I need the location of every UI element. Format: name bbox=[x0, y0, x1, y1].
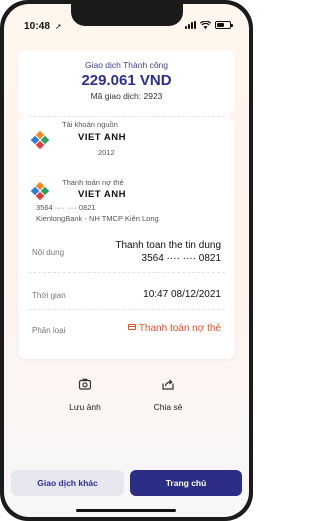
content-value-line2: 3564 ···· ···· 0821 bbox=[141, 253, 221, 264]
bank-logo-icon bbox=[30, 181, 50, 201]
source-account: 2012 bbox=[98, 148, 115, 157]
wifi-icon bbox=[200, 21, 211, 29]
divider bbox=[28, 309, 225, 310]
source-label: Tài khoản nguồn bbox=[62, 120, 118, 129]
location-arrow-icon: ➚ bbox=[54, 22, 62, 31]
bank-logo-icon bbox=[30, 130, 50, 150]
success-header: Giao dịch Thành công 229.061 VND Mã giao… bbox=[18, 60, 235, 101]
time-value: 10:47 08/12/2021 bbox=[143, 289, 221, 300]
status-label: Giao dịch Thành công bbox=[84, 60, 168, 70]
category-label: Phân loại bbox=[32, 326, 66, 335]
battery-icon bbox=[215, 21, 233, 29]
save-image-label: Lưu ảnh bbox=[69, 402, 101, 412]
time-label: Thời gian bbox=[32, 291, 66, 300]
share-icon bbox=[162, 379, 174, 390]
divider bbox=[28, 116, 225, 117]
destination-card: 3564 ···· ···· 0821 bbox=[36, 203, 96, 212]
home-button[interactable]: Trang chủ bbox=[130, 470, 242, 496]
content-label: Nội dung bbox=[32, 248, 65, 257]
status-time: 10:48 ➚ bbox=[24, 21, 62, 32]
card-icon bbox=[127, 324, 136, 330]
camera-icon bbox=[78, 378, 92, 390]
status-bar: 10:48 ➚ bbox=[4, 4, 249, 40]
signal-icon bbox=[185, 21, 196, 29]
category-value: Thanh toán nợ thẻ bbox=[127, 323, 221, 334]
destination-label: Thanh toán nợ thẻ bbox=[62, 178, 124, 187]
status-icons bbox=[185, 21, 233, 29]
time-text: 10:48 bbox=[24, 21, 51, 32]
category-text: Thanh toán nợ thẻ bbox=[138, 323, 221, 334]
share-button[interactable]: Chia sẻ bbox=[133, 377, 203, 412]
home-indicator[interactable] bbox=[76, 509, 176, 512]
phone-frame: 10:48 ➚ Giao dịch Thành công 229.061 VND… bbox=[0, 0, 253, 521]
save-image-button[interactable]: Lưu ảnh bbox=[50, 377, 120, 412]
receipt-card: Giao dịch Thành công 229.061 VND Mã giao… bbox=[12, 50, 241, 359]
content-value-line1: Thanh toan the tin dung bbox=[115, 240, 221, 251]
divider bbox=[28, 272, 225, 273]
destination-bank: KienlongBank - NH TMCP Kiên Long bbox=[36, 214, 159, 223]
source-name: VIET ANH bbox=[78, 132, 126, 143]
camera-notch bbox=[71, 4, 183, 26]
share-label: Chia sẻ bbox=[153, 402, 183, 412]
destination-name: VIET ANH bbox=[78, 189, 126, 200]
other-transaction-button[interactable]: Giao dịch khác bbox=[11, 470, 124, 496]
transaction-code: Mã giao dịch: 2923 bbox=[90, 91, 163, 101]
amount: 229.061 VND bbox=[81, 72, 172, 89]
screen: 10:48 ➚ Giao dịch Thành công 229.061 VND… bbox=[4, 4, 249, 517]
